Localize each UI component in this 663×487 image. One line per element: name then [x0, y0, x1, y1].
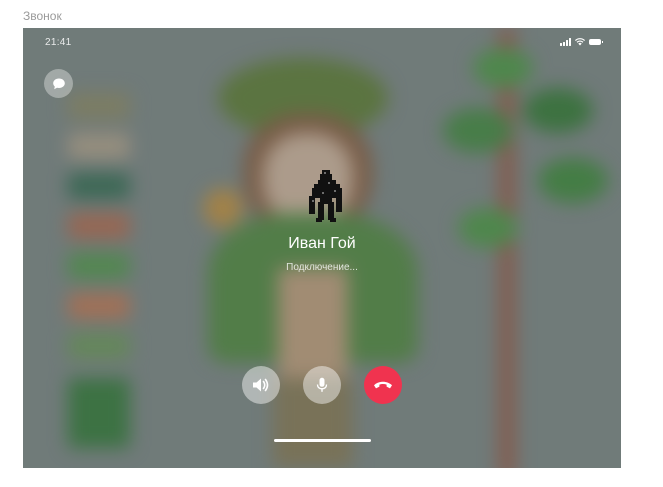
chat-button[interactable] — [44, 69, 73, 98]
caller-avatar — [309, 170, 342, 222]
status-icons — [560, 38, 603, 46]
battery-icon — [589, 39, 603, 45]
call-screen: 21:41 Иван Гой Подключение... — [23, 28, 621, 468]
call-status: Подключение... — [286, 262, 358, 273]
frame-label: Звонок — [23, 9, 62, 23]
end-call-button[interactable] — [364, 366, 402, 404]
signal-icon — [560, 38, 571, 46]
speaker-icon — [253, 378, 269, 392]
caller-name: Иван Гой — [288, 235, 356, 252]
speaker-button[interactable] — [242, 366, 280, 404]
chat-bubble-icon — [52, 78, 65, 89]
status-time: 21:41 — [45, 37, 72, 48]
call-controls — [23, 366, 621, 404]
mute-button[interactable] — [303, 366, 341, 404]
phone-hangup-icon — [374, 381, 392, 389]
wifi-icon — [575, 38, 585, 46]
microphone-icon — [316, 377, 328, 392]
home-indicator[interactable] — [274, 439, 371, 442]
